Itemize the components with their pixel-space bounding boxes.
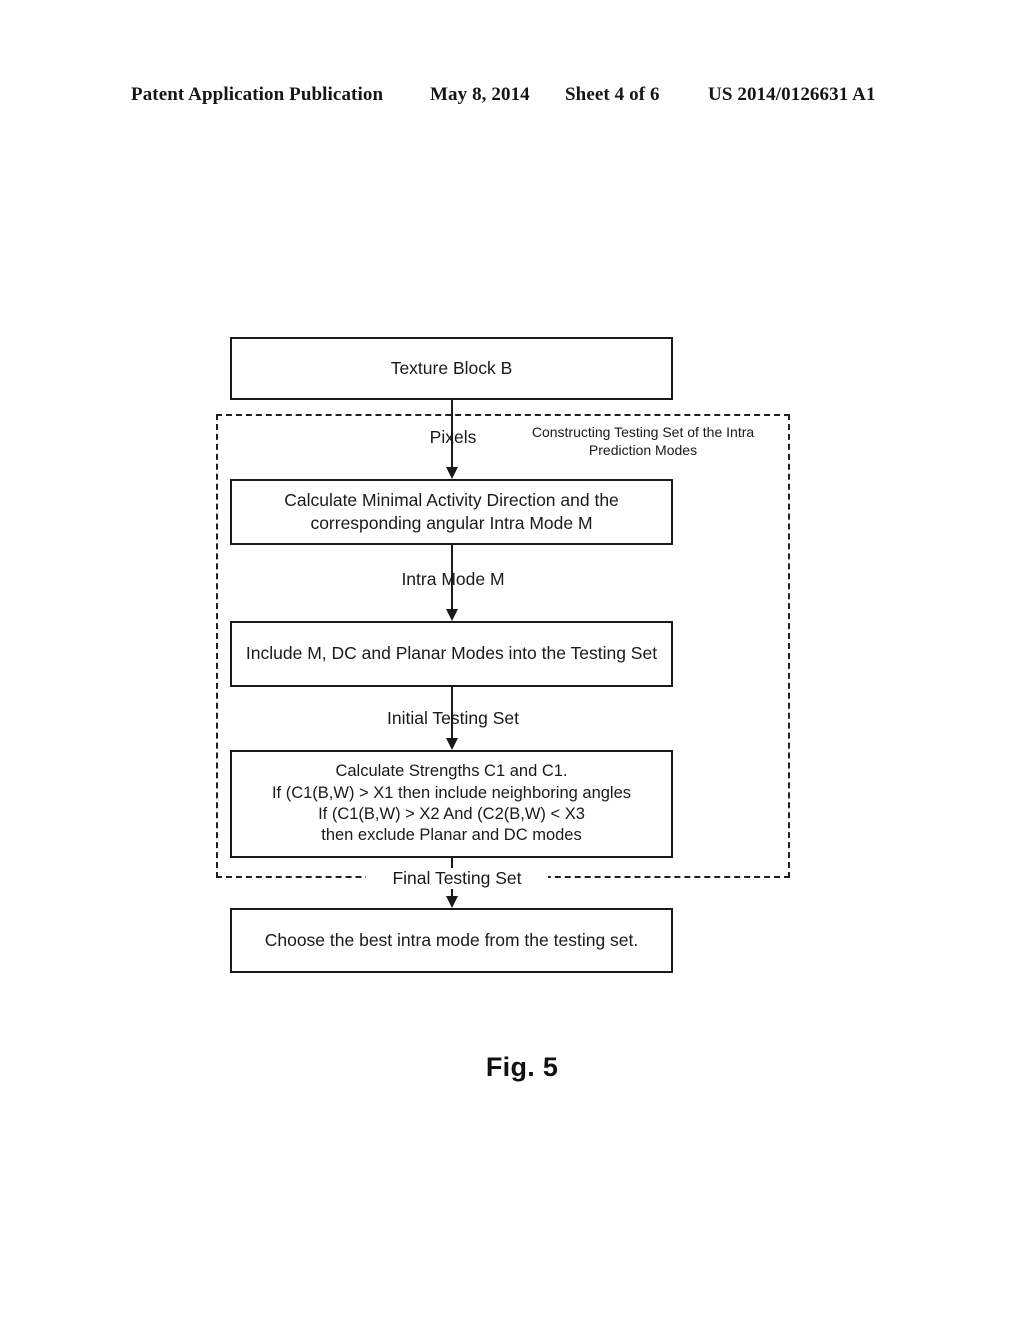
- connector-label-intra-mode-m: Intra Mode M: [401, 569, 505, 589]
- process-box-calculate-minimal-activity: Calculate Minimal Activity Direction and…: [230, 479, 673, 545]
- region-title: Constructing Testing Set of the Intra Pr…: [531, 424, 755, 459]
- connector-label-initial-testing-set: Initial Testing Set: [387, 708, 519, 728]
- figure-caption: Fig. 5: [485, 1052, 559, 1082]
- process-box-include-modes: Include M, DC and Planar Modes into the …: [230, 621, 673, 687]
- process-box-choose-best-mode: Choose the best intra mode from the test…: [230, 908, 673, 973]
- process-box-texture-block: Texture Block B: [230, 337, 673, 400]
- process-box-calculate-strengths: Calculate Strengths C1 and C1. If (C1(B,…: [230, 750, 673, 858]
- strengths-line-1: Calculate Strengths C1 and C1.: [335, 762, 568, 781]
- strengths-line-4: then exclude Planar and DC modes: [321, 826, 582, 845]
- flowchart-figure: Constructing Testing Set of the Intra Pr…: [0, 0, 1024, 1320]
- connector-label-pixels: Pixels: [429, 427, 477, 447]
- strengths-line-3: If (C1(B,W) > X2 And (C2(B,W) < X3: [318, 805, 585, 823]
- strengths-line-2: If (C1(B,W) > X1 then include neighborin…: [271, 783, 632, 802]
- connector-label-final-testing-set: Final Testing Set: [366, 868, 548, 889]
